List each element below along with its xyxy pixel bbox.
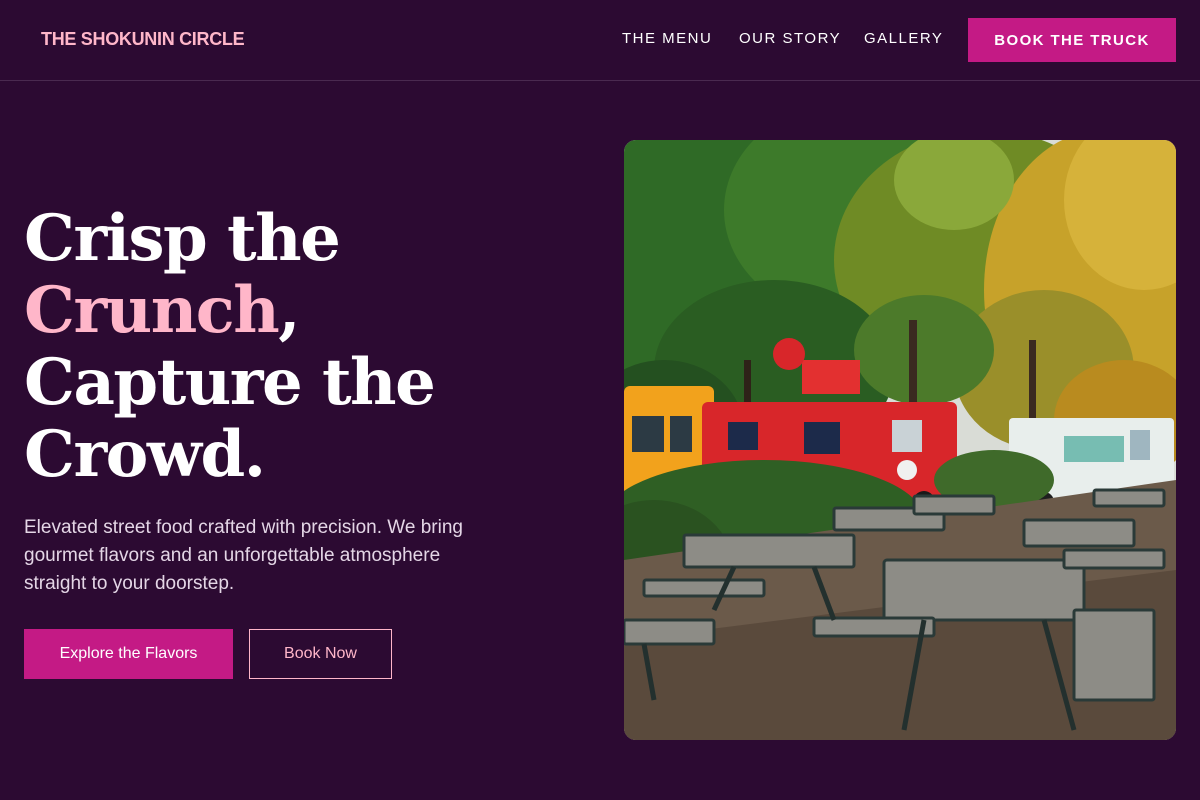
- nav-link-gallery[interactable]: GALLERY: [864, 30, 943, 47]
- hero-headline: Crisp the Crunch, Capture the Crowd.: [24, 203, 584, 491]
- nav-link-menu[interactable]: THE MENU: [622, 30, 712, 47]
- site-header: THE SHOKUNIN CIRCLE THE MENU OUR STORY G…: [0, 0, 1200, 81]
- headline-accent-word: Crunch: [24, 273, 280, 348]
- headline-line-3: Capture the: [24, 345, 436, 420]
- book-the-truck-button[interactable]: BOOK THE TRUCK: [968, 18, 1176, 62]
- site-logo[interactable]: THE SHOKUNIN CIRCLE: [41, 29, 245, 50]
- explore-flavors-button[interactable]: Explore the Flavors: [24, 629, 233, 679]
- nav-link-our-story[interactable]: OUR STORY: [739, 30, 841, 47]
- headline-line-4: Crowd.: [24, 417, 266, 492]
- landing-page: THE SHOKUNIN CIRCLE THE MENU OUR STORY G…: [0, 0, 1200, 800]
- headline-line-1: Crisp the: [24, 201, 341, 276]
- book-now-button[interactable]: Book Now: [249, 629, 392, 679]
- headline-comma: ,: [278, 273, 300, 348]
- hero-image: [624, 140, 1176, 740]
- hero-subtitle: Elevated street food crafted with precis…: [24, 517, 463, 594]
